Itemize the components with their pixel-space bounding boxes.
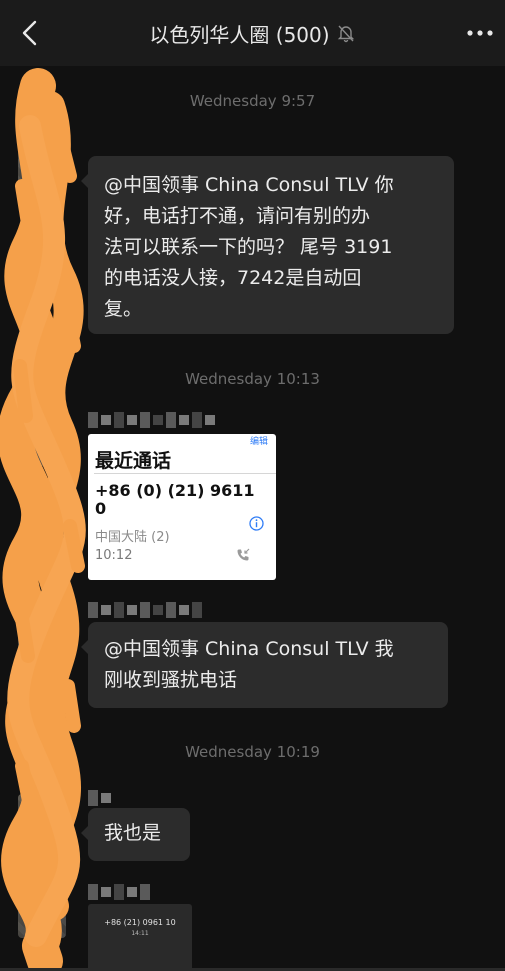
phone-incoming-icon xyxy=(237,548,250,561)
edit-link: 编辑 xyxy=(249,437,268,447)
sender-name-redacted xyxy=(88,412,215,428)
message-line: 刚收到骚扰电话 xyxy=(104,669,238,691)
info-icon xyxy=(249,516,264,531)
message-bubble[interactable]: @中国领事 China Consul TLV 你 好，电话打不通，请问有别的办 … xyxy=(81,156,454,334)
sender-name-redacted xyxy=(88,602,202,618)
chat-screen: 以色列华人圈 (500) Wednesday 9:57 @中国领事 China … xyxy=(0,0,505,971)
message-line: 法可以联系一下的吗？ 尾号 3191 xyxy=(104,236,393,258)
thumbnail-time: 14:11 xyxy=(131,930,149,937)
recents-heading: 最近通话 xyxy=(95,450,172,472)
call-time: 10:12 xyxy=(95,548,133,563)
message-line: @中国领事 China Consul TLV 你 xyxy=(104,174,394,196)
avatar[interactable] xyxy=(18,618,66,666)
message-line: 好，电话打不通，请问有别的办 xyxy=(104,205,371,227)
divider xyxy=(94,473,276,474)
title-group: 以色列华人圈 (500) xyxy=(0,18,505,48)
message-line: 的电话没人接，7242是自动回 xyxy=(104,267,362,289)
timestamp: Wednesday 10:19 xyxy=(185,743,320,761)
nav-bar: 以色列华人圈 (500) xyxy=(0,0,505,66)
message-bubble[interactable]: 我也是 xyxy=(81,808,190,861)
sender-name-redacted xyxy=(88,790,111,806)
ellipsis-icon[interactable] xyxy=(465,26,495,40)
message-line: 我也是 xyxy=(104,822,162,844)
message-line: @中国领事 China Consul TLV 我 xyxy=(104,638,394,660)
sender-name-redacted xyxy=(88,884,150,900)
image-thumbnail[interactable]: +86 (21) 0961 10 14:11 xyxy=(88,904,192,971)
thumbnail-number: +86 (21) 0961 10 xyxy=(104,918,176,927)
timestamp: Wednesday 9:57 xyxy=(189,92,316,110)
avatar[interactable] xyxy=(18,418,66,466)
call-location: 中国大陆 (2) xyxy=(95,530,170,545)
timestamp: Wednesday 10:13 xyxy=(185,370,320,388)
avatar[interactable] xyxy=(18,794,66,842)
avatar[interactable] xyxy=(18,890,66,938)
screenshot-image-message[interactable]: 编辑 最近通话 +86 (0) (21) 9611 0 中国大陆 (2) 10:… xyxy=(88,434,276,580)
message-bubble[interactable]: @中国领事 China Consul TLV 我 刚收到骚扰电话 xyxy=(81,622,448,708)
bell-slash-icon xyxy=(337,25,354,43)
avatar[interactable] xyxy=(18,144,66,192)
message-list[interactable]: Wednesday 9:57 @中国领事 China Consul TLV 你 … xyxy=(0,66,505,971)
message-line: 复。 xyxy=(104,298,143,320)
call-number: +86 (0) (21) 9611 0 xyxy=(95,481,255,518)
chat-title: 以色列华人圈 (500) xyxy=(149,22,330,47)
